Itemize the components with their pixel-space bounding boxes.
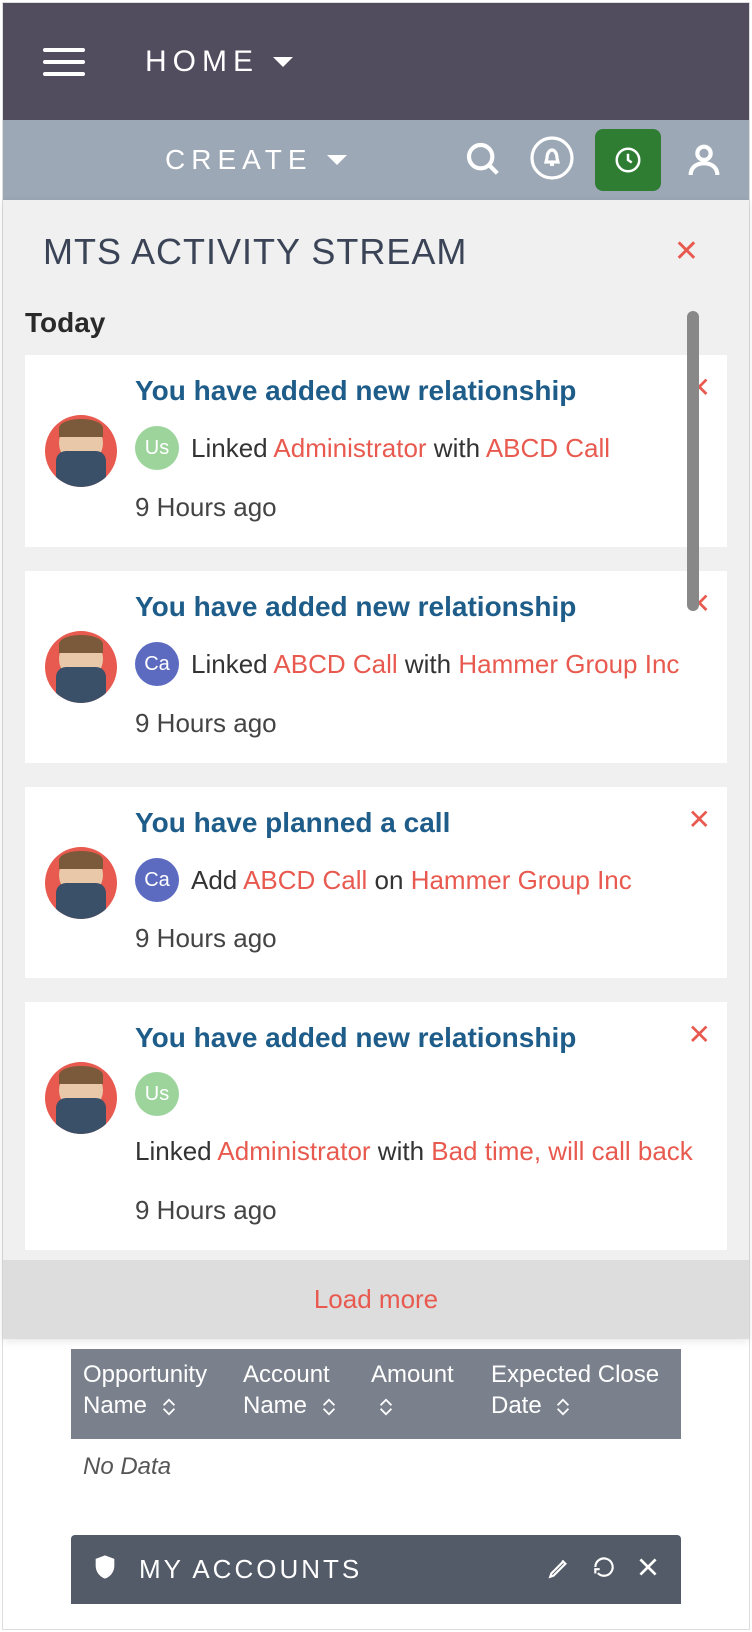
activity-time: 9 Hours ago — [135, 492, 707, 523]
edit-icon[interactable] — [547, 1554, 573, 1585]
activity-time: 9 Hours ago — [135, 1195, 707, 1226]
entity-badge[interactable]: Us — [135, 1072, 179, 1116]
widget-actions — [547, 1554, 661, 1585]
scrollbar[interactable] — [687, 311, 699, 611]
activity-title[interactable]: You have added new relationship — [135, 1022, 707, 1054]
activity-card: You have added new relationship Ca Linke… — [25, 571, 727, 763]
close-icon[interactable] — [635, 1554, 661, 1585]
background-content: Opportunity Name Account Name Amount Exp… — [71, 1349, 681, 1604]
stream-body[interactable]: Today You have added new relationship Us… — [3, 273, 749, 1260]
today-label: Today — [3, 273, 749, 355]
activity-stream-panel: MTS ACTIVITY STREAM ✕ Today You have add… — [3, 200, 749, 1339]
activity-stream-icon[interactable] — [595, 129, 661, 191]
activity-description: Us Linked Administrator with Bad time, w… — [135, 1072, 707, 1175]
stream-title: MTS ACTIVITY STREAM — [43, 231, 467, 273]
user-avatar[interactable] — [45, 415, 117, 487]
user-avatar[interactable] — [45, 631, 117, 703]
dismiss-activity-button[interactable]: ✕ — [688, 1018, 711, 1051]
sort-icon — [160, 1390, 178, 1421]
notification-icon[interactable] — [527, 135, 577, 185]
user-avatar[interactable] — [45, 847, 117, 919]
activity-description: Ca Add ABCD Call on Hammer Group Inc — [135, 857, 707, 904]
col-amount[interactable]: Amount — [359, 1349, 479, 1439]
entity-badge[interactable]: Ca — [135, 642, 179, 686]
activity-card: You have added new relationship Us Linke… — [25, 355, 727, 547]
activity-title[interactable]: You have planned a call — [135, 807, 707, 839]
menu-icon[interactable] — [43, 40, 85, 84]
entity-badge[interactable]: Us — [135, 426, 179, 470]
col-close-date[interactable]: Expected Close Date — [479, 1349, 681, 1439]
user-avatar[interactable] — [45, 1062, 117, 1134]
entity-link[interactable]: ABCD Call — [243, 865, 367, 895]
entity-link[interactable]: Hammer Group Inc — [411, 865, 632, 895]
action-icons — [459, 129, 729, 191]
load-more-button[interactable]: Load more — [3, 1260, 749, 1339]
home-dropdown[interactable]: HOME — [145, 45, 293, 79]
entity-link[interactable]: Hammer Group Inc — [458, 649, 679, 679]
activity-time: 9 Hours ago — [135, 923, 707, 954]
home-label: HOME — [145, 45, 259, 79]
entity-link[interactable]: Bad time, will call back — [431, 1136, 693, 1166]
opportunities-no-data: No Data — [71, 1439, 681, 1495]
col-account-name[interactable]: Account Name — [231, 1349, 359, 1439]
activity-description: Ca Linked ABCD Call with Hammer Group In… — [135, 641, 707, 688]
sort-icon — [320, 1390, 338, 1421]
top-nav-bar: HOME — [3, 3, 749, 120]
search-icon[interactable] — [459, 135, 509, 185]
entity-badge[interactable]: Ca — [135, 858, 179, 902]
entity-link[interactable]: ABCD Call — [273, 649, 397, 679]
stream-header: MTS ACTIVITY STREAM ✕ — [3, 200, 749, 273]
entity-link[interactable]: ABCD Call — [486, 433, 610, 463]
activity-card: You have planned a call Ca Add ABCD Call… — [25, 787, 727, 979]
caret-down-icon — [273, 57, 293, 67]
shield-icon — [91, 1553, 119, 1586]
close-panel-button[interactable]: ✕ — [664, 230, 709, 273]
entity-link[interactable]: Administrator — [217, 1136, 370, 1166]
activity-title[interactable]: You have added new relationship — [135, 375, 707, 407]
my-accounts-title: MY ACCOUNTS — [139, 1554, 547, 1585]
activity-description: Us Linked Administrator with ABCD Call — [135, 425, 707, 472]
refresh-icon[interactable] — [591, 1554, 617, 1585]
dismiss-activity-button[interactable]: ✕ — [688, 803, 711, 836]
user-icon[interactable] — [679, 135, 729, 185]
opportunities-table-header: Opportunity Name Account Name Amount Exp… — [71, 1349, 681, 1439]
create-label: CREATE — [165, 144, 313, 176]
caret-down-icon — [327, 155, 347, 165]
sort-icon — [377, 1390, 395, 1421]
sort-icon — [554, 1390, 572, 1421]
entity-link[interactable]: Administrator — [273, 433, 426, 463]
activity-title[interactable]: You have added new relationship — [135, 591, 707, 623]
col-opportunity-name[interactable]: Opportunity Name — [71, 1349, 231, 1439]
activity-time: 9 Hours ago — [135, 708, 707, 739]
action-bar: CREATE — [3, 120, 749, 200]
activity-card: You have added new relationship Us Linke… — [25, 1002, 727, 1250]
create-dropdown[interactable]: CREATE — [165, 144, 347, 176]
my-accounts-header: MY ACCOUNTS — [71, 1535, 681, 1604]
